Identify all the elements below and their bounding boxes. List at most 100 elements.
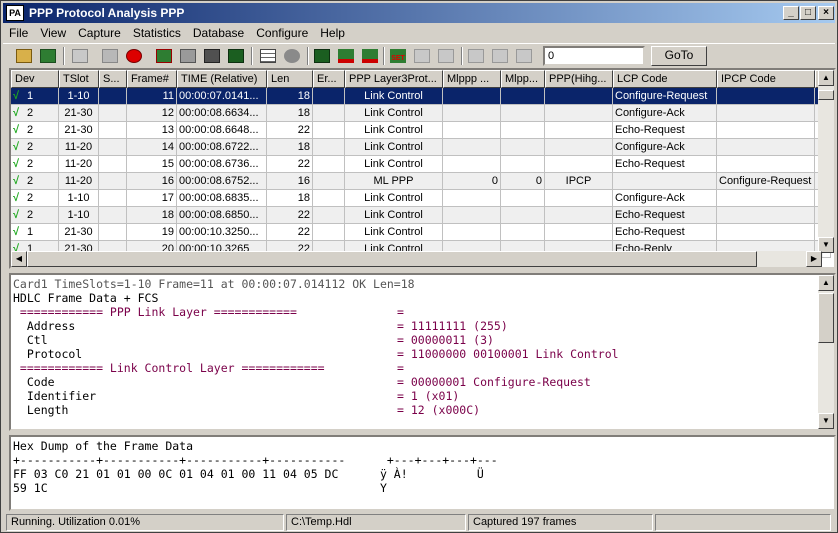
- grid-vertical-scrollbar[interactable]: ▲ ▼: [818, 70, 834, 253]
- menu-capture[interactable]: Capture: [72, 24, 127, 40]
- capture-icon[interactable]: [153, 46, 175, 67]
- table-row[interactable]: √ 2 21-30 12 00:00:08.6634... 18 Link Control C…: [11, 105, 831, 122]
- cell-mlppp1: [443, 156, 501, 173]
- cell-mlppp1: [443, 88, 501, 105]
- gray-box-icon[interactable]: [177, 46, 199, 67]
- close-button[interactable]: ×: [818, 6, 834, 20]
- cell-mlppp2: [501, 105, 545, 122]
- column-header[interactable]: S...: [99, 70, 127, 88]
- open-folder-icon[interactable]: [13, 46, 35, 67]
- cell-frame: 16: [127, 173, 177, 190]
- cell-dev: √ 2: [11, 105, 59, 122]
- maximize-button[interactable]: □: [800, 6, 816, 20]
- grid-scroll-thumb[interactable]: [818, 90, 834, 100]
- frame-list-grid[interactable]: Dev TSlot S... Frame# TIME (Relative) Len Er..…: [9, 68, 836, 269]
- cell-ipcp: [717, 190, 815, 207]
- scroll-right-icon[interactable]: ▶: [806, 251, 822, 267]
- column-header[interactable]: LCP Code: [613, 70, 717, 88]
- status-running: Running. Utilization 0.01%: [6, 514, 284, 531]
- grid-hscroll-thumb[interactable]: [27, 251, 757, 267]
- decode-icon[interactable]: [489, 46, 511, 67]
- export-icon[interactable]: [99, 46, 121, 67]
- cell-er: [313, 190, 345, 207]
- menu-view[interactable]: View: [34, 24, 72, 40]
- goto-button[interactable]: GoTo: [651, 46, 707, 66]
- binoculars-icon[interactable]: [311, 46, 333, 67]
- cell-l3: Link Control: [345, 156, 443, 173]
- pdu-icon[interactable]: [513, 46, 535, 67]
- menu-database[interactable]: Database: [187, 24, 250, 40]
- filter-icon[interactable]: [411, 46, 433, 67]
- scroll-left-icon[interactable]: ◀: [11, 251, 27, 267]
- find-up-icon[interactable]: [359, 46, 381, 67]
- minimize-button[interactable]: _: [783, 6, 799, 20]
- wizard-icon[interactable]: [69, 46, 91, 67]
- save-icon[interactable]: [201, 46, 223, 67]
- cell-l3: Link Control: [345, 88, 443, 105]
- column-header[interactable]: Dev: [11, 70, 59, 88]
- column-header[interactable]: Mlppp ...: [443, 70, 501, 88]
- grid-horizontal-scrollbar[interactable]: ◀ ▶: [11, 251, 822, 267]
- unlock-icon[interactable]: [37, 46, 59, 67]
- title-bar[interactable]: PA PPP Protocol Analysis PPP _ □ ×: [3, 3, 835, 23]
- table-row[interactable]: √ 2 11-20 16 00:00:08.6752... 16 ML PPP 0 0 IPCP C…: [11, 173, 831, 190]
- table-row[interactable]: √ 1 1-10 11 00:00:07.0141... 18 Link Control Co…: [11, 88, 831, 105]
- cell-er: [313, 173, 345, 190]
- detail-field-label: Length: [13, 403, 69, 417]
- detail-scroll-down-icon[interactable]: ▼: [818, 413, 834, 429]
- find-down-icon[interactable]: [335, 46, 357, 67]
- menu-help[interactable]: Help: [314, 24, 351, 40]
- table-row[interactable]: √ 2 11-20 14 00:00:08.6722... 18 Link Control C…: [11, 139, 831, 156]
- cell-tslot: 1-10: [59, 88, 99, 105]
- table-row[interactable]: √ 2 1-10 18 00:00:08.6850... 22 Link Control Ec…: [11, 207, 831, 224]
- cell-dev: √ 2: [11, 207, 59, 224]
- cell-mlppp1: [443, 190, 501, 207]
- circle-icon[interactable]: [281, 46, 303, 67]
- column-header[interactable]: Frame#: [127, 70, 177, 88]
- filter-set-icon[interactable]: SET: [387, 46, 409, 67]
- cell-mlppp1: [443, 224, 501, 241]
- column-header[interactable]: TIME (Relative): [177, 70, 267, 88]
- cell-mlppp2: 0: [501, 173, 545, 190]
- detail-vertical-scrollbar[interactable]: ▲ ▼: [818, 275, 834, 429]
- protocol-icon[interactable]: [435, 46, 457, 67]
- table-icon[interactable]: [257, 46, 279, 67]
- column-header[interactable]: PPP(Hihg...: [545, 70, 613, 88]
- dev-value: 2: [27, 107, 34, 119]
- cell-frame: 13: [127, 122, 177, 139]
- frame-number-input[interactable]: [543, 46, 645, 66]
- cell-mlppp1: [443, 122, 501, 139]
- menu-file[interactable]: File: [3, 24, 34, 40]
- detail-scroll-thumb[interactable]: [818, 293, 834, 343]
- column-header[interactable]: IPCP Code: [717, 70, 815, 88]
- cell-mlppp2: [501, 88, 545, 105]
- frame-detail-pane[interactable]: Card1 TimeSlots=1-10 Frame=11 at 00:00:0…: [9, 273, 836, 431]
- scroll-up-icon[interactable]: ▲: [818, 70, 834, 86]
- cell-ipcp: Configure-Request: [717, 173, 815, 190]
- detail-scroll-up-icon[interactable]: ▲: [818, 275, 834, 291]
- hex-dump-pane[interactable]: Hex Dump of the Frame Data +-----------+…: [9, 435, 836, 511]
- detail-field-value: = 00000011 (3): [397, 333, 494, 347]
- dev-value: 1: [27, 90, 34, 102]
- cell-tslot: 1-10: [59, 207, 99, 224]
- save-as-icon[interactable]: [225, 46, 247, 67]
- cell-len: 22: [267, 207, 313, 224]
- stop-icon[interactable]: [123, 46, 145, 67]
- column-header[interactable]: PPP Layer3Prot...: [345, 70, 443, 88]
- cell-dev: √ 2: [11, 139, 59, 156]
- cell-er: [313, 122, 345, 139]
- cell-tslot: 11-20: [59, 139, 99, 156]
- menu-statistics[interactable]: Statistics: [127, 24, 187, 40]
- table-row[interactable]: √ 2 11-20 15 00:00:08.6736... 22 Link Control E…: [11, 156, 831, 173]
- compare-icon[interactable]: [465, 46, 487, 67]
- column-header[interactable]: Er...: [313, 70, 345, 88]
- table-row[interactable]: √ 2 21-30 13 00:00:08.6648... 22 Link Control E…: [11, 122, 831, 139]
- cell-frame: 17: [127, 190, 177, 207]
- table-row[interactable]: √ 1 21-30 19 00:00:10.3250... 22 Link Control E…: [11, 224, 831, 241]
- column-header[interactable]: Mlpp...: [501, 70, 545, 88]
- menu-configure[interactable]: Configure: [250, 24, 314, 40]
- column-header[interactable]: TSlot: [59, 70, 99, 88]
- table-row[interactable]: √ 2 1-10 17 00:00:08.6835... 18 Link Control Co…: [11, 190, 831, 207]
- cell-ppph: [545, 122, 613, 139]
- column-header[interactable]: Len: [267, 70, 313, 88]
